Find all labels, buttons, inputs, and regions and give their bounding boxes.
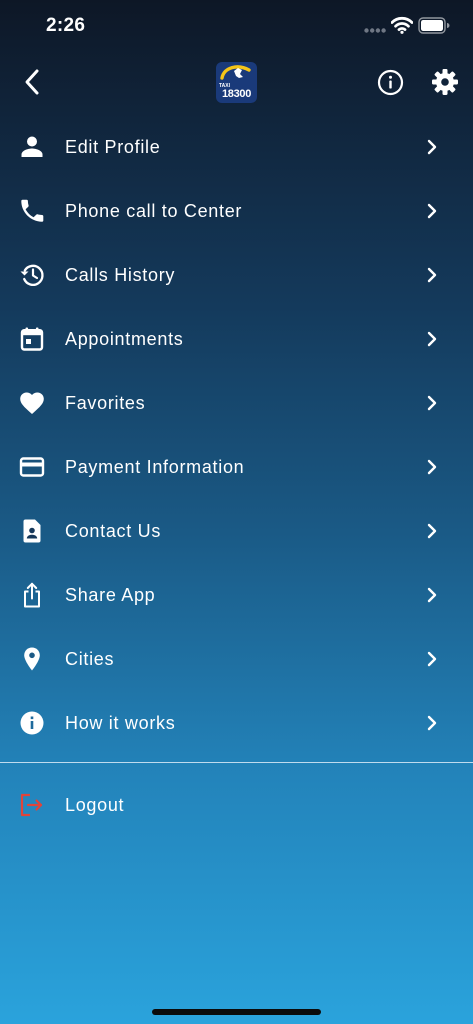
phone-icon xyxy=(21,199,44,222)
menu-item-label: Calls History xyxy=(65,265,176,285)
menu-item-contact-us[interactable]: Contact Us xyxy=(0,499,473,563)
logout-label: Logout xyxy=(65,795,125,815)
share-icon xyxy=(24,582,40,608)
status-bar: 2:26 xyxy=(0,0,473,52)
logout-button[interactable]: Logout xyxy=(0,773,473,837)
signal-icon xyxy=(364,28,386,33)
nav-bar: TAXI 18300 xyxy=(0,56,473,110)
menu-item-appointments[interactable]: Appointments xyxy=(0,307,473,371)
info-filled-icon xyxy=(20,711,44,735)
chevron-right-icon xyxy=(427,139,437,155)
gear-icon[interactable] xyxy=(431,68,459,96)
chevron-right-icon xyxy=(427,587,437,603)
info-icon[interactable] xyxy=(377,69,404,96)
menu-item-calls-history[interactable]: Calls History xyxy=(0,243,473,307)
chevron-right-icon xyxy=(427,523,437,539)
chevron-right-icon xyxy=(427,395,437,411)
menu-item-label: How it works xyxy=(65,713,176,733)
menu-item-how-it-works[interactable]: How it works xyxy=(0,691,473,755)
calendar-icon xyxy=(20,327,44,351)
chevron-right-icon xyxy=(427,715,437,731)
app-logo: TAXI 18300 xyxy=(216,62,257,103)
menu-item-label: Contact Us xyxy=(65,521,162,541)
chevron-right-icon xyxy=(427,267,437,283)
menu-item-label: Appointments xyxy=(65,329,184,349)
side-menu-screen: 2:26 TAXI 18300 Edit Profile Phone call … xyxy=(0,0,473,1024)
menu-item-phone-call[interactable]: Phone call to Center xyxy=(0,179,473,243)
wifi-icon xyxy=(391,16,413,34)
menu-item-favorites[interactable]: Favorites xyxy=(0,371,473,435)
home-indicator xyxy=(152,1009,321,1015)
chevron-right-icon xyxy=(427,459,437,475)
menu-item-label: Payment Information xyxy=(65,457,245,477)
menu-item-cities[interactable]: Cities xyxy=(0,627,473,691)
status-time: 2:26 xyxy=(46,15,86,36)
menu-item-label: Edit Profile xyxy=(65,137,161,157)
battery-icon xyxy=(418,17,450,34)
menu-item-payment-information[interactable]: Payment Information xyxy=(0,435,473,499)
logout-icon xyxy=(20,793,43,817)
menu-item-label: Share App xyxy=(65,585,156,605)
menu-list: Edit Profile Phone call to Center Calls … xyxy=(0,115,473,755)
location-pin-icon xyxy=(24,647,40,671)
menu-item-share-app[interactable]: Share App xyxy=(0,563,473,627)
menu-item-label: Cities xyxy=(65,649,115,669)
menu-item-label: Phone call to Center xyxy=(65,201,243,221)
contact-document-icon xyxy=(23,519,41,543)
person-icon xyxy=(21,136,43,157)
back-arrow-icon[interactable] xyxy=(18,67,48,97)
menu-item-edit-profile[interactable]: Edit Profile xyxy=(0,115,473,179)
menu-divider xyxy=(0,762,473,763)
heart-icon xyxy=(20,392,44,414)
logo-number-text: 18300 xyxy=(221,88,252,100)
history-icon xyxy=(20,264,44,286)
chevron-right-icon xyxy=(427,651,437,667)
credit-card-icon xyxy=(19,457,45,477)
menu-item-label: Favorites xyxy=(65,393,146,413)
chevron-right-icon xyxy=(427,203,437,219)
chevron-right-icon xyxy=(427,331,437,347)
